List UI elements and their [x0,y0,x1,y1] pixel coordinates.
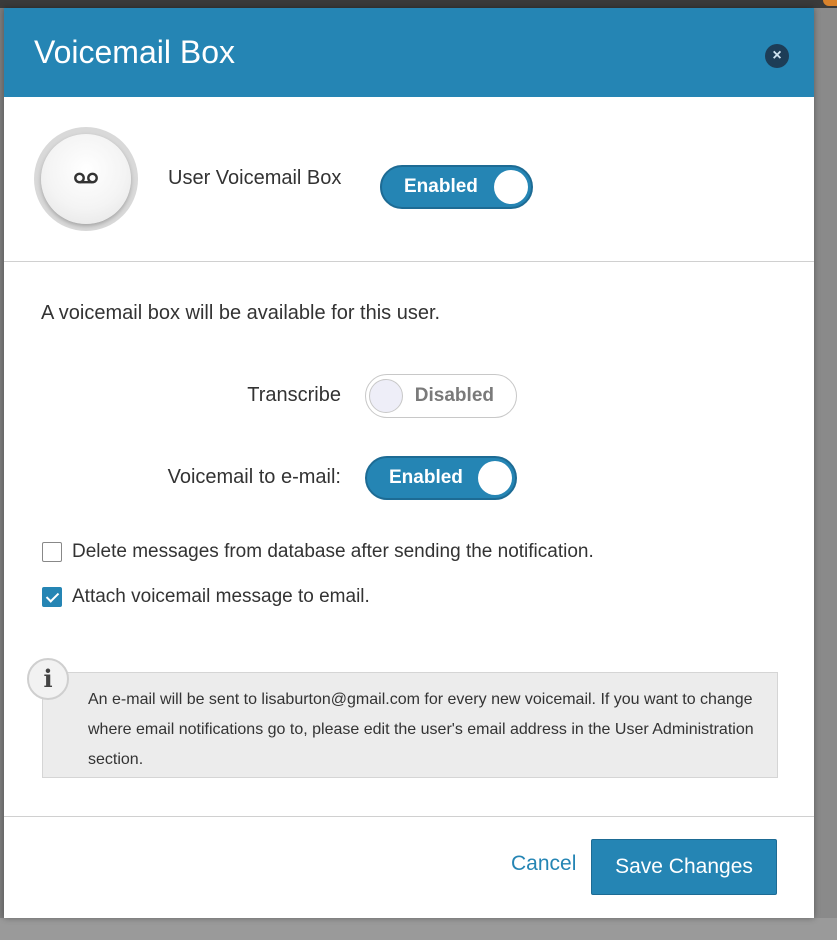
user-voicemail-section: User Voicemail Box Enabled [4,97,814,261]
dialog-header: Voicemail Box × [4,8,814,97]
backdrop-bottom-edge [0,918,837,940]
info-notice: An e-mail will be sent to lisaburton@gma… [42,672,778,778]
transcribe-toggle-text: Disabled [414,385,494,406]
attach-message-label: Attach voicemail message to email. [72,586,370,607]
voicemail-avatar [34,127,138,231]
info-notice-text: An e-mail will be sent to lisaburton@gma… [88,691,754,768]
info-icon: i [27,658,69,700]
backdrop-top-bar [0,0,837,8]
divider-top [4,261,814,262]
transcribe-toggle[interactable]: Disabled [365,374,517,418]
toggle-knob [369,379,403,413]
user-voicemail-box-label: User Voicemail Box [168,167,342,189]
voicemail-to-email-label: Voicemail to e-mail: [167,466,341,488]
backdrop-badge [823,0,837,6]
save-changes-button[interactable]: Save Changes [591,839,777,895]
voicemail-box-dialog: Voicemail Box × User Voicemail Box Enabl… [4,8,814,918]
toggle-knob [494,170,528,204]
dialog-title: Voicemail Box [34,34,235,70]
delete-messages-checkbox[interactable] [42,542,62,562]
toggle-knob [478,461,512,495]
user-voicemail-toggle-text: Enabled [404,176,478,197]
close-icon[interactable]: × [765,44,789,68]
delete-messages-label: Delete messages from database after send… [72,541,594,562]
voicemail-description: A voicemail box will be available for th… [41,302,441,324]
user-voicemail-toggle[interactable]: Enabled [380,165,533,209]
voicemail-icon [74,172,98,184]
transcribe-label: Transcribe [247,384,341,406]
divider-bottom [4,816,814,817]
voicemail-to-email-toggle-text: Enabled [389,467,463,488]
attach-message-checkbox[interactable] [42,587,62,607]
cancel-button[interactable]: Cancel [511,852,576,876]
voicemail-to-email-toggle[interactable]: Enabled [365,456,517,500]
